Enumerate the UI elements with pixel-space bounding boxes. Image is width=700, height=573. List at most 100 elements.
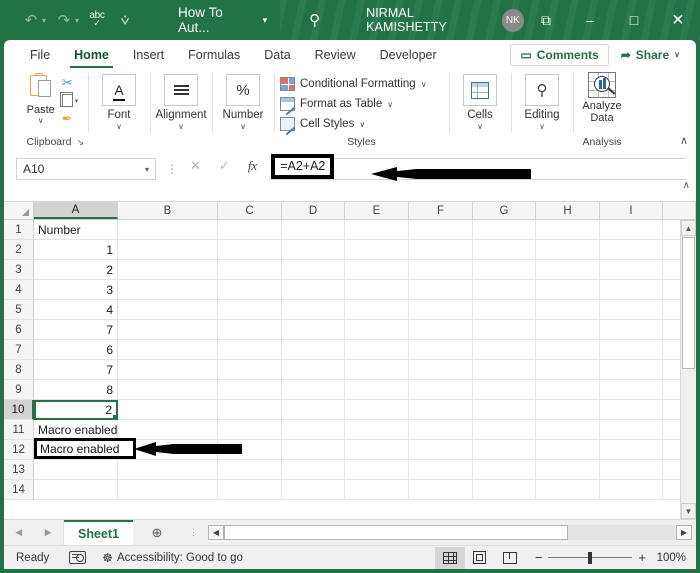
cell-e14[interactable]: [345, 480, 409, 500]
row-header-1[interactable]: 1: [4, 220, 34, 240]
cell-i12[interactable]: [600, 440, 663, 460]
cell-b3[interactable]: [118, 260, 218, 280]
analyze-data-icon[interactable]: [588, 72, 616, 98]
cell-f12[interactable]: [409, 440, 473, 460]
hscroll-thumb[interactable]: [224, 525, 568, 540]
cell-b8[interactable]: [118, 360, 218, 380]
tab-review[interactable]: Review: [303, 40, 368, 69]
sheet-split-handle[interactable]: ⋮: [181, 520, 208, 545]
clipboard-dialog-launcher-icon[interactable]: ↘: [76, 137, 84, 148]
row-header-8[interactable]: 8: [4, 360, 34, 380]
page-layout-view-button[interactable]: [465, 547, 495, 569]
macro-record-icon[interactable]: [69, 551, 87, 564]
undo-icon[interactable]: ↶: [18, 7, 44, 33]
cell-f4[interactable]: [409, 280, 473, 300]
cell-c7[interactable]: [218, 340, 282, 360]
cell-d3[interactable]: [282, 260, 345, 280]
cell-a11[interactable]: Macro enabled: [34, 420, 118, 440]
cell-c9[interactable]: [218, 380, 282, 400]
sheet-tab-sheet1[interactable]: Sheet1: [64, 520, 133, 545]
cell-b5[interactable]: [118, 300, 218, 320]
cell-d12[interactable]: [282, 440, 345, 460]
column-header-partial[interactable]: [663, 202, 696, 219]
column-header-a[interactable]: A: [34, 202, 118, 219]
cell-b2[interactable]: [118, 240, 218, 260]
cell-e13[interactable]: [345, 460, 409, 480]
column-header-f[interactable]: F: [409, 202, 473, 219]
row-header-11[interactable]: 11: [4, 420, 34, 440]
cell-a1[interactable]: Number: [34, 220, 118, 240]
cell-g13[interactable]: [473, 460, 536, 480]
cell-e8[interactable]: [345, 360, 409, 380]
cell-f11[interactable]: [409, 420, 473, 440]
customize-quick-access-icon[interactable]: ⩒: [112, 7, 138, 33]
cell-c1[interactable]: [218, 220, 282, 240]
cell-b7[interactable]: [118, 340, 218, 360]
cell-a8[interactable]: 7: [34, 360, 118, 380]
alignment-caret-icon[interactable]: ∨: [178, 122, 184, 131]
cell-i4[interactable]: [600, 280, 663, 300]
document-title[interactable]: How To Aut... ▾: [178, 5, 267, 35]
share-button[interactable]: ➦ Share ∨: [615, 45, 686, 65]
cell-g1[interactable]: [473, 220, 536, 240]
scroll-down-button[interactable]: ▼: [681, 503, 696, 519]
cell-d9[interactable]: [282, 380, 345, 400]
page-break-preview-button[interactable]: [495, 547, 525, 569]
confirm-icon[interactable]: ✓: [219, 158, 230, 174]
share-caret-icon[interactable]: ∨: [674, 50, 680, 59]
cell-e3[interactable]: [345, 260, 409, 280]
insert-function-icon[interactable]: fx: [248, 158, 257, 174]
cell-i9[interactable]: [600, 380, 663, 400]
cell-a5[interactable]: 4: [34, 300, 118, 320]
vertical-scrollbar[interactable]: ▲ ▼: [680, 220, 696, 519]
cell-c4[interactable]: [218, 280, 282, 300]
cell-b11[interactable]: [118, 420, 218, 440]
cell-f9[interactable]: [409, 380, 473, 400]
zoom-in-button[interactable]: +: [638, 550, 646, 565]
cell-d13[interactable]: [282, 460, 345, 480]
row-header-4[interactable]: 4: [4, 280, 34, 300]
row-header-10[interactable]: 10: [4, 400, 34, 420]
tab-formulas[interactable]: Formulas: [176, 40, 252, 69]
cell-h1[interactable]: [536, 220, 600, 240]
cell-g9[interactable]: [473, 380, 536, 400]
cell-a14[interactable]: [34, 480, 118, 500]
column-header-h[interactable]: H: [536, 202, 600, 219]
paste-caret-icon[interactable]: ∨: [38, 116, 44, 125]
search-icon[interactable]: ⚲: [309, 11, 320, 29]
cell-b10[interactable]: [118, 400, 218, 420]
cell-d14[interactable]: [282, 480, 345, 500]
paste-button[interactable]: Paste ∨: [20, 72, 62, 125]
tab-developer[interactable]: Developer: [368, 40, 449, 69]
cell-c5[interactable]: [218, 300, 282, 320]
undo-caret-icon[interactable]: ▾: [42, 16, 46, 25]
row-header-7[interactable]: 7: [4, 340, 34, 360]
normal-view-button[interactable]: [434, 546, 465, 569]
cell-a10[interactable]: 2: [34, 400, 118, 420]
number-caret-icon[interactable]: ∨: [240, 122, 246, 131]
cell-styles-button[interactable]: Cell Styles ∨: [280, 114, 443, 134]
cell-g8[interactable]: [473, 360, 536, 380]
cell-e12[interactable]: [345, 440, 409, 460]
cell-g5[interactable]: [473, 300, 536, 320]
cell-f14[interactable]: [409, 480, 473, 500]
cell-h11[interactable]: [536, 420, 600, 440]
cancel-icon[interactable]: ✕: [190, 158, 201, 174]
row-header-6[interactable]: 6: [4, 320, 34, 340]
close-button[interactable]: ✕: [656, 0, 700, 40]
cell-f3[interactable]: [409, 260, 473, 280]
cell-h12[interactable]: [536, 440, 600, 460]
alignment-button[interactable]: [164, 74, 198, 106]
cell-h3[interactable]: [536, 260, 600, 280]
row-header-5[interactable]: 5: [4, 300, 34, 320]
cell-styles-caret-icon[interactable]: ∨: [359, 120, 365, 129]
cell-g10[interactable]: [473, 400, 536, 420]
cell-d10[interactable]: [282, 400, 345, 420]
cell-f7[interactable]: [409, 340, 473, 360]
select-all-corner[interactable]: [4, 202, 34, 219]
cell-i5[interactable]: [600, 300, 663, 320]
name-box-caret-icon[interactable]: ▾: [145, 165, 149, 174]
cell-i13[interactable]: [600, 460, 663, 480]
cell-i3[interactable]: [600, 260, 663, 280]
zoom-slider[interactable]: [548, 551, 633, 564]
